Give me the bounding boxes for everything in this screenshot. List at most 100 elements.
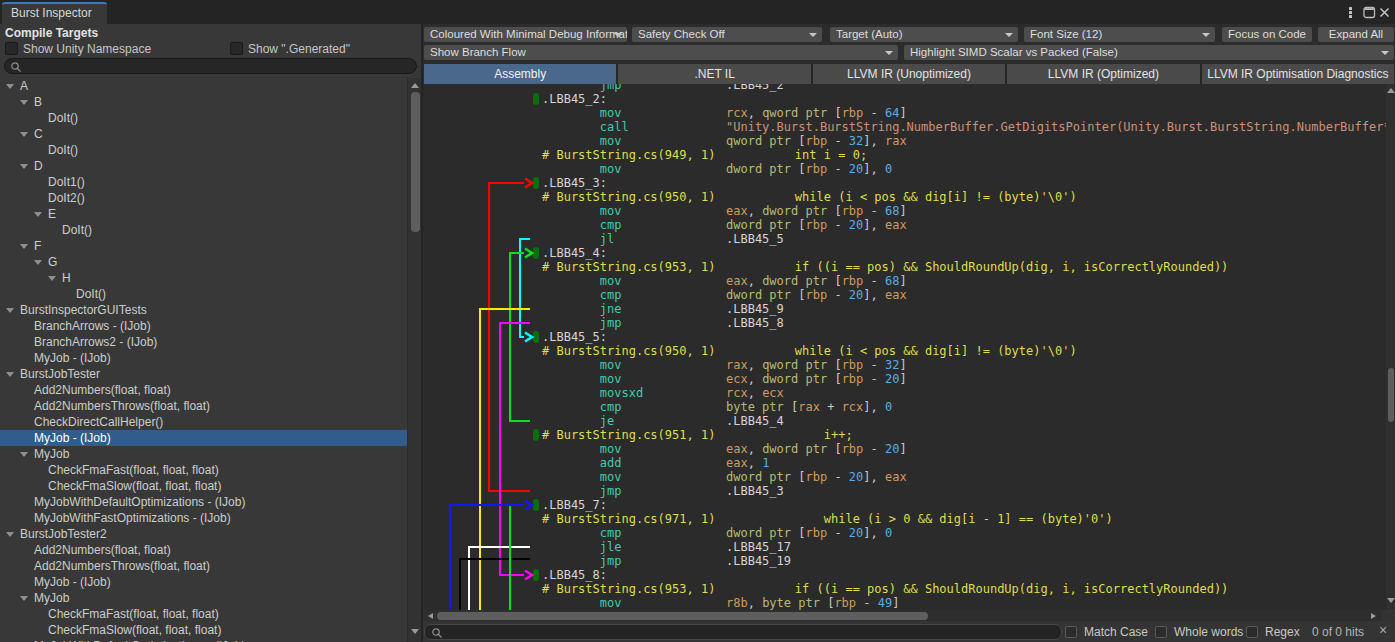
tree-item-label: H [62,270,71,286]
tree-item-myjobwithdefaultoptimizations-ijob[interactable]: MyJobWithDefaultOptimizations - (IJob) [0,638,407,642]
dropdown-highlight-simd-scalar-vs-packed-false[interactable]: Highlight SIMD Scalar vs Packed (False) [904,45,1394,60]
view-tab-net-il[interactable]: .NET IL [618,64,810,84]
tree-item-myjobwithdefaultoptimizations-ijob[interactable]: MyJobWithDefaultOptimizations - (IJob) [0,494,407,510]
tree-item-checkfmafast-float-float-float[interactable]: CheckFmaFast(float, float, float) [0,462,407,478]
tree-item-myjob-ijob[interactable]: MyJob - (IJob) [0,430,407,446]
dropdown-font-size-12[interactable]: Font Size (12) [1024,27,1215,42]
tree-item-label: D [34,158,43,174]
tree-item-doit[interactable]: DoIt() [0,286,407,302]
scroll-right-icon[interactable] [1371,613,1376,619]
branch-arrow-head [525,179,532,188]
button-focus-on-code[interactable]: Focus on Code [1222,27,1312,42]
dropdown-safety-check-off[interactable]: Safety Check Off [632,27,822,42]
tree-item-g[interactable]: G [0,254,407,270]
expander-arrow-icon[interactable] [6,84,14,89]
dropdown-show-branch-flow[interactable]: Show Branch Flow [424,45,898,60]
tree-item-myjob-ijob[interactable]: MyJob - (IJob) [0,574,407,590]
tree-item-label: DoIt() [62,222,92,238]
code-vertical-scrollbar[interactable] [1386,84,1395,610]
whole-words-checkbox[interactable] [1155,626,1167,638]
tree-item-d[interactable]: D [0,158,407,174]
tree-item-doit1[interactable]: DoIt1() [0,174,407,190]
dropdown-coloured-with-minimal-debug-information[interactable]: Coloured With Minimal Debug Information [424,27,627,42]
expander-arrow-icon[interactable] [20,452,28,457]
tree-item-label: MyJobWithDefaultOptimizations - (IJob) [34,638,245,642]
tree-item-brancharrows2-ijob[interactable]: BranchArrows2 - (IJob) [0,334,407,350]
expander-arrow-icon[interactable] [6,532,14,537]
tree-item-a[interactable]: A [0,78,407,94]
tree-item-myjob-ijob[interactable]: MyJob - (IJob) [0,350,407,366]
show-unity-namespace-checkbox[interactable] [5,42,18,55]
expander-arrow-icon[interactable] [20,596,28,601]
tree-item-add2numbersthrows-float-float[interactable]: Add2NumbersThrows(float, float) [0,398,407,414]
tree-item-f[interactable]: F [0,238,407,254]
tree-item-add2numbers-float-float[interactable]: Add2Numbers(float, float) [0,382,407,398]
expander-arrow-icon[interactable] [20,100,28,105]
view-tab-llvm-ir-optimized[interactable]: LLVM IR (Optimized) [1007,64,1199,84]
tree-item-label: CheckFmaSlow(float, float, float) [48,622,221,638]
tree-item-c[interactable]: C [0,126,407,142]
code-hscrollbar-thumb[interactable] [437,612,928,620]
expander-arrow-icon[interactable] [48,276,56,281]
search-icon [10,61,22,73]
tree-item-burstinspectorguitests[interactable]: BurstInspectorGUITests [0,302,407,318]
tree-item-h[interactable]: H [0,270,407,286]
regex-checkbox[interactable] [1246,626,1258,638]
tree-item-label: B [34,94,42,110]
scroll-up-icon[interactable] [411,83,419,88]
tree-item-b[interactable]: B [0,94,407,110]
tree-item-myjob[interactable]: MyJob [0,446,407,462]
tree-item-checkdirectcallhelper[interactable]: CheckDirectCallHelper() [0,414,407,430]
tree-item-burstjobtester[interactable]: BurstJobTester [0,366,407,382]
tree-item-checkfmafast-float-float-float[interactable]: CheckFmaFast(float, float, float) [0,606,407,622]
tab-burst-inspector[interactable]: Burst Inspector [2,2,107,24]
search-close-icon[interactable]: × [1379,622,1387,638]
dropdown-target-auto[interactable]: Target (Auto) [830,27,1018,42]
view-tab-llvm-ir-optimisation-diagnostics[interactable]: LLVM IR Optimisation Diagnostics [1202,64,1394,84]
tree-scrollbar[interactable] [407,78,421,642]
code-search-input[interactable] [424,624,1062,640]
tree-scrollbar-thumb[interactable] [411,92,420,232]
tree-item-label: Add2NumbersThrows(float, float) [34,558,210,574]
code-horizontal-scrollbar[interactable] [423,610,1382,621]
show-generated-checkbox[interactable] [230,42,243,55]
tree-item-add2numbers-float-float[interactable]: Add2Numbers(float, float) [0,542,407,558]
expander-arrow-icon[interactable] [6,308,14,313]
tree-item-e[interactable]: E [0,206,407,222]
scroll-up-icon[interactable] [1387,88,1395,93]
tree-item-checkfmaslow-float-float-float[interactable]: CheckFmaSlow(float, float, float) [0,622,407,638]
tree-item-burstjobtester2[interactable]: BurstJobTester2 [0,526,407,542]
tree-search-input[interactable] [4,58,417,74]
tree-item-doit[interactable]: DoIt() [0,110,407,126]
tree-item-myjob[interactable]: MyJob [0,590,407,606]
expander-arrow-icon[interactable] [34,260,42,265]
expander-arrow-icon[interactable] [20,244,28,249]
tree-item-brancharrows-ijob[interactable]: BranchArrows - (IJob) [0,318,407,334]
view-tab-llvm-ir-unoptimized[interactable]: LLVM IR (Unoptimized) [813,64,1005,84]
tree-item-label: BurstJobTester [20,366,100,382]
tree-item-checkfmaslow-float-float-float[interactable]: CheckFmaSlow(float, float, float) [0,478,407,494]
expander-arrow-icon[interactable] [34,212,42,217]
scroll-left-icon[interactable] [428,613,433,619]
tree-item-doit2[interactable]: DoIt2() [0,190,407,206]
expander-arrow-icon[interactable] [20,132,28,137]
match-case-checkbox[interactable] [1065,626,1077,638]
assembly-code-view[interactable]: jmp.LBB45_2.LBB45_2:movrcx, qword ptr [r… [423,84,1386,610]
tree-item-doit[interactable]: DoIt() [0,222,407,238]
tree-item-label: DoIt2() [48,190,85,206]
maximize-icon[interactable] [1363,6,1376,19]
scroll-down-icon[interactable] [411,629,419,634]
code-vscrollbar-thumb[interactable] [1388,368,1394,422]
expander-arrow-icon[interactable] [20,164,28,169]
expander-arrow-icon[interactable] [6,372,14,377]
view-tab-assembly[interactable]: Assembly [424,64,616,84]
scroll-down-icon[interactable] [1387,598,1395,603]
tree-item-myjobwithfastoptimizations-ijob[interactable]: MyJobWithFastOptimizations - (IJob) [0,510,407,526]
close-icon[interactable] [1379,7,1390,18]
tree-item-doit[interactable]: DoIt() [0,142,407,158]
kebab-menu-icon[interactable] [1349,7,1352,18]
button-expand-all[interactable]: Expand All [1318,27,1394,42]
branch-arrow-head [525,501,532,510]
scrollbar-corner [1382,610,1395,621]
tree-item-add2numbersthrows-float-float[interactable]: Add2NumbersThrows(float, float) [0,558,407,574]
